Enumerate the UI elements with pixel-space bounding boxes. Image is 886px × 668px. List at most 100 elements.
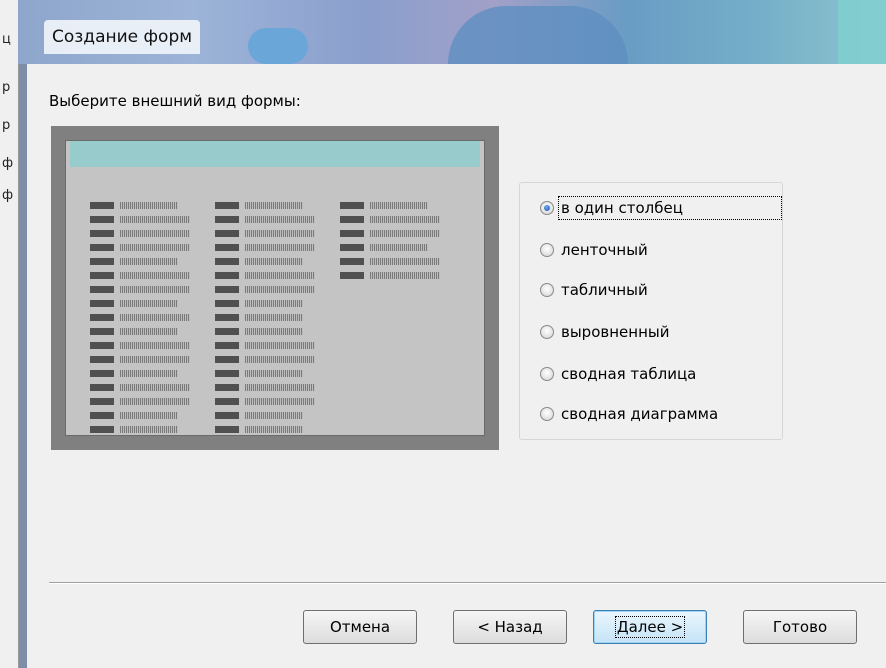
preview-field-label [215,412,239,419]
preview-field-label [340,244,364,251]
option-label: табличный [561,281,648,299]
background-text: р [2,118,11,133]
radio-icon[interactable] [540,407,554,421]
preview-field-label [215,300,239,307]
preview-field-value [245,398,315,405]
preview-field-label [215,230,239,237]
option-single-column[interactable]: в один столбец [540,196,782,220]
back-button[interactable]: < Назад [453,610,567,644]
preview-field-value [245,342,315,349]
background-text: ц [2,32,11,47]
layout-options-group: в один столбец ленточный табличный выров… [519,182,783,440]
preview-field-value [120,244,190,251]
preview-field-label [340,258,364,265]
preview-field-label [215,286,239,293]
radio-icon[interactable] [540,243,554,257]
preview-field-value [245,328,303,335]
preview-field-label [215,398,239,405]
option-pivot-table[interactable]: сводная таблица [540,363,696,385]
preview-field-label [215,216,239,223]
preview-field-value [120,328,178,335]
form-wizard-dialog: Выберите внешний вид формы: в один столб… [26,64,886,668]
preview-field-label [90,258,114,265]
preview-field-value [120,426,178,433]
preview-field-label [215,384,239,391]
preview-field-value [245,426,303,433]
preview-field-value [245,356,315,363]
preview-field-value [120,398,190,405]
preview-field-label [215,272,239,279]
background-text: ф [2,156,14,171]
preview-field-label [90,272,114,279]
preview-field-value [120,300,178,307]
preview-field-value [370,244,428,251]
radio-icon[interactable] [540,325,554,339]
preview-field-label [215,426,239,433]
preview-field-value [245,384,315,391]
radio-icon[interactable] [540,283,554,297]
aero-glass-decoration [838,0,886,64]
preview-field-value [120,342,190,349]
cancel-button[interactable]: Отмена [303,610,417,644]
option-label: выровненный [561,323,670,341]
option-label: ленточный [561,241,648,259]
preview-field-label [215,258,239,265]
option-label: сводная диаграмма [561,405,719,423]
preview-field-label [340,230,364,237]
option-tape[interactable]: ленточный [540,239,648,261]
preview-field-value [370,202,428,209]
layout-preview [51,126,499,450]
preview-field-value [120,356,190,363]
preview-field-label [215,202,239,209]
preview-field-value [370,230,440,237]
preview-field-value [120,272,190,279]
option-label: в один столбец [558,196,782,220]
preview-field-label [215,244,239,251]
preview-field-label [215,314,239,321]
title-bar[interactable]: Создание форм [18,0,886,64]
window-title: Создание форм [44,20,201,54]
preview-field-label [340,272,364,279]
preview-field-value [245,412,303,419]
radio-icon[interactable] [540,367,554,381]
aero-glass-decoration [248,28,308,64]
layout-prompt: Выберите внешний вид формы: [49,92,301,110]
preview-field-label [90,314,114,321]
background-text: ф [2,188,14,203]
option-aligned[interactable]: выровненный [540,321,669,343]
preview-field-label [90,286,114,293]
finish-button[interactable]: Готово [743,610,857,644]
background-window-edge: ц р р ф ф [0,0,19,668]
preview-field-label [340,202,364,209]
preview-field-value [245,370,303,377]
preview-field-label [215,328,239,335]
preview-field-label [90,328,114,335]
preview-field-value [245,230,315,237]
option-label: сводная таблица [561,365,697,383]
preview-field-value [370,272,440,279]
preview-field-value [245,216,315,223]
preview-field-value [370,216,440,223]
preview-field-value [245,244,315,251]
next-button-label: Далее > [614,616,686,638]
radio-selected-icon[interactable] [540,201,554,215]
preview-field-value [245,258,303,265]
preview-field-value [120,216,190,223]
preview-field-value [245,300,303,307]
preview-form [65,140,485,436]
preview-field-value [120,412,178,419]
option-pivot-chart[interactable]: сводная диаграмма [540,403,718,425]
preview-field-label [90,244,114,251]
next-button[interactable]: Далее > [593,610,707,644]
background-text: р [2,80,11,95]
preview-field-value [120,230,190,237]
preview-field-value [245,314,303,321]
preview-field-label [90,384,114,391]
preview-field-label [340,216,364,223]
preview-field-value [245,272,315,279]
preview-field-value [120,370,178,377]
preview-field-label [90,370,114,377]
aero-glass-decoration [448,6,628,64]
option-tabular[interactable]: табличный [540,279,648,301]
preview-field-value [370,258,440,265]
